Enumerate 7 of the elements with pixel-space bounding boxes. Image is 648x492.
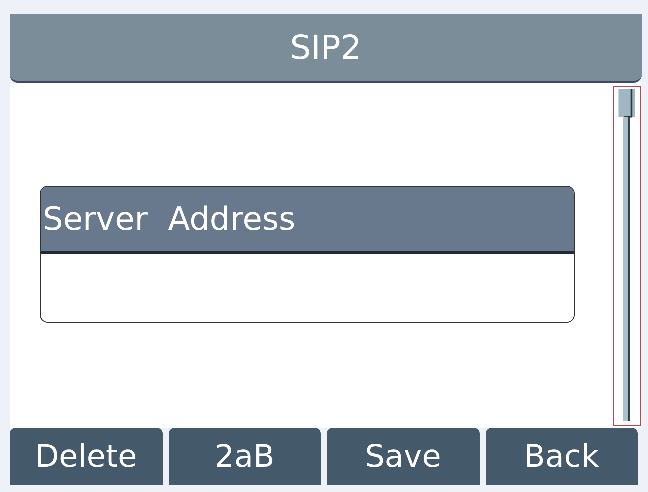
softkey-button[interactable]: Save <box>327 428 480 485</box>
scrollbar[interactable] <box>613 86 641 426</box>
softkey-button[interactable]: 2aB <box>168 428 321 485</box>
screen-title: SIP2 <box>290 28 362 67</box>
field-label: Server Address <box>41 187 574 254</box>
softkey-button[interactable]: Delete <box>10 428 162 485</box>
softkey-button[interactable]: Back <box>486 428 638 485</box>
